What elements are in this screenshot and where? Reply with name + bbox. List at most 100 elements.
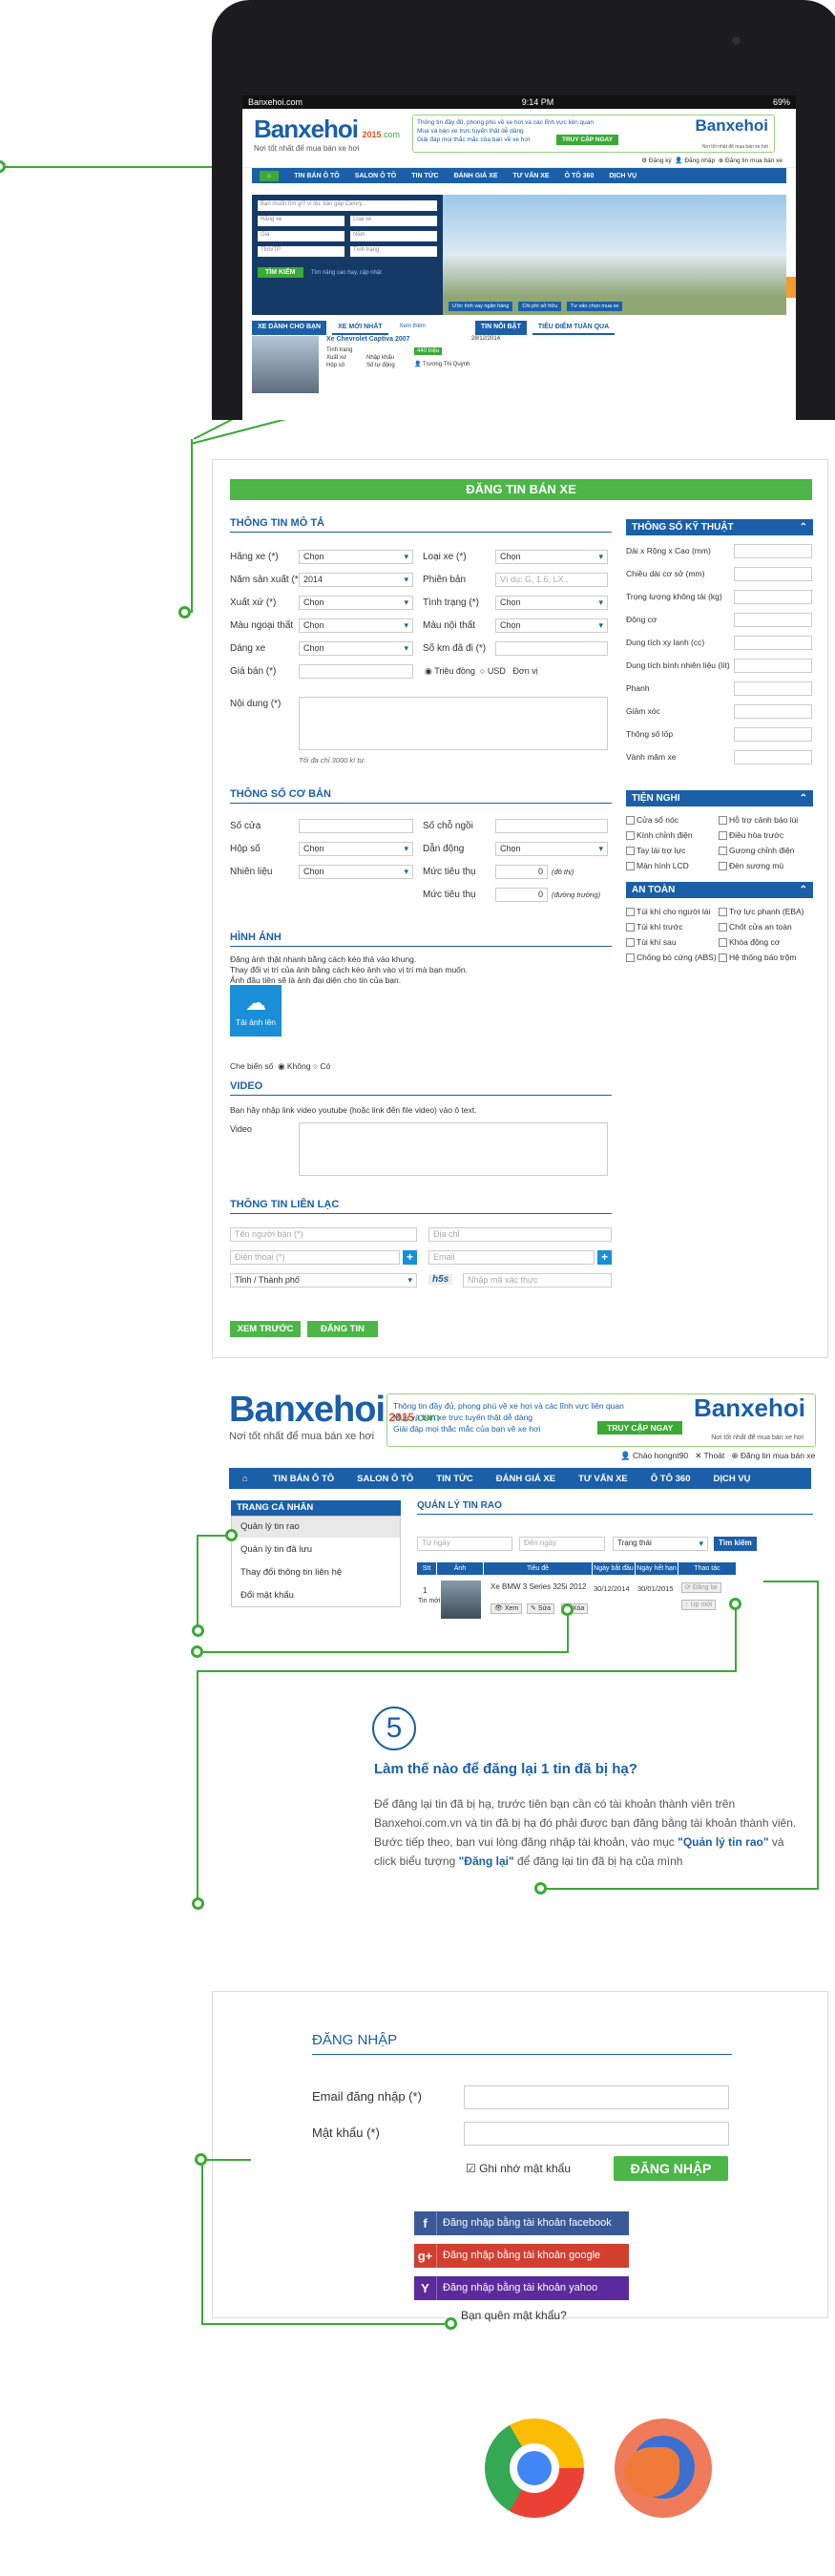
nav-item[interactable]: Ô TÔ 360 (639, 1474, 702, 1484)
ad-cta-button[interactable]: TRUY CẬP NGAY (556, 135, 618, 145)
brand-select[interactable]: Chọn (299, 550, 413, 564)
remember-checkbox[interactable]: ☑ Ghi nhớ mật khẩu (466, 2162, 571, 2175)
nav-item[interactable]: ĐÁNH GIÁ XE (454, 173, 498, 179)
exterior-color-select[interactable]: Chọn (299, 618, 413, 633)
amenity-checkbox[interactable]: Tay lái trợ lực (626, 846, 685, 855)
spec-input[interactable] (734, 727, 812, 742)
nav-item[interactable]: DỊCH VỤ (609, 173, 637, 179)
nav-item[interactable]: DỊCH VỤ (701, 1474, 762, 1484)
see-more-link[interactable]: Xem thêm (394, 321, 431, 335)
email-input[interactable] (464, 2085, 729, 2109)
currency-radio-group[interactable]: ◉ Triệu đồng ○ USD Đơn vị (425, 666, 538, 677)
yahoo-login-button[interactable]: Y Đăng nhập bằng tài khoản yahoo (414, 2276, 629, 2300)
origin-select[interactable]: Chọn (299, 596, 413, 610)
facebook-login-button[interactable]: f Đăng nhập bằng tài khoản facebook (414, 2211, 629, 2235)
nav-item[interactable]: TIN TỨC (411, 173, 438, 179)
site-logo[interactable]: Banxehoi 2015.com Nơi tốt nhất để mua bá… (254, 115, 400, 153)
search-button[interactable]: Tìm kiếm (714, 1537, 757, 1551)
sidebar-item-manage-listings[interactable]: Quản lý tin rao (232, 1517, 400, 1538)
mileage-input[interactable] (495, 641, 608, 656)
edit-button[interactable]: ✎ Sửa (527, 1603, 555, 1614)
amenities-header[interactable]: TIỆN NGHI (626, 790, 813, 806)
condition-select[interactable]: Tình trạng (350, 246, 437, 257)
nav-item[interactable]: SALON Ô TÔ (355, 173, 397, 179)
header-ad-banner[interactable]: Thông tin đầy đủ, phong phú về xe hơi và… (412, 115, 775, 153)
status-select[interactable]: Trạng thái (613, 1537, 708, 1551)
year-select[interactable]: Năm (350, 231, 437, 241)
price-input[interactable] (299, 664, 413, 679)
seller-name-input[interactable]: Tên người bán (*) (230, 1227, 417, 1242)
banner-chip[interactable]: Tư vấn chọn mua xe (567, 302, 623, 311)
nav-item[interactable]: TIN TỨC (425, 1474, 485, 1484)
add-phone-button[interactable]: + (403, 1250, 417, 1265)
google-login-button[interactable]: g+ Đăng nhập bằng tài khoản google (414, 2244, 629, 2268)
nav-item[interactable]: TIN BÁN Ô TÔ (261, 1474, 345, 1484)
safety-checkbox[interactable]: Túi khí cho người lái (626, 907, 710, 916)
amenity-checkbox[interactable]: Kính chỉnh điện (626, 830, 693, 840)
city-select[interactable]: Tỉnh / Thành phố (230, 1273, 417, 1288)
spec-panel-header[interactable]: THÔNG SỐ KỸ THUẬT (626, 519, 813, 535)
home-icon[interactable]: ⌂ (229, 1473, 261, 1484)
safety-checkbox[interactable]: Chốt cửa an toàn (719, 922, 792, 932)
price-select[interactable]: Giá (258, 231, 344, 241)
doors-input[interactable] (299, 819, 413, 833)
drive-select[interactable]: Chọn (495, 842, 608, 856)
gearbox-select[interactable]: Chọn (299, 842, 413, 856)
captcha-input[interactable]: Nhập mã xác thực (463, 1273, 612, 1288)
share-button[interactable] (786, 277, 796, 298)
tab-featured[interactable]: TIN NỔI BẬT (474, 321, 527, 335)
row-title[interactable]: Xe BMW 3 Series 325i 2012 (491, 1582, 587, 1591)
safety-checkbox[interactable]: Chống bó cứng (ABS) (626, 953, 717, 962)
banner-chip[interactable]: Ước tính vay ngân hàng (449, 302, 513, 311)
search-button[interactable]: TÌM KIẾM (258, 267, 303, 278)
safety-checkbox[interactable]: Khóa động cơ (719, 937, 780, 947)
safety-checkbox[interactable]: Túi khí sau (626, 937, 677, 947)
tab-weekly[interactable]: TIÊU ĐIỂM TUẦN QUA (532, 321, 616, 335)
post-ad-link[interactable]: ⊕ Đăng tin mua bán xe (719, 157, 783, 164)
spec-input[interactable] (734, 567, 812, 581)
login-button[interactable]: ĐĂNG NHẬP (614, 2156, 728, 2181)
sidebar-item-password[interactable]: Đổi mật khẩu (232, 1585, 400, 1606)
spec-input[interactable] (734, 544, 812, 558)
nav-item[interactable]: TƯ VẤN XE (567, 1474, 639, 1484)
login-link[interactable]: 👤 Đăng nhập (675, 157, 715, 164)
car-thumbnail[interactable] (252, 336, 319, 393)
nav-item[interactable]: TIN BÁN Ô TÔ (294, 173, 339, 179)
search-input[interactable]: Bạn muốn tìm gì? ví dụ: bán gấp Camry... (258, 200, 437, 211)
spec-input[interactable] (734, 636, 812, 650)
amenity-checkbox[interactable]: Đèn sương mù (719, 861, 783, 870)
forgot-password-link[interactable]: Bạn quên mật khẩu? (461, 2309, 567, 2322)
spec-input[interactable] (734, 590, 812, 604)
to-date-input[interactable]: Đến ngày (519, 1537, 605, 1551)
city-select[interactable]: Tỉnh/TP (258, 246, 344, 257)
password-input[interactable] (464, 2122, 729, 2146)
email-input[interactable]: Email (428, 1250, 595, 1265)
view-button[interactable]: 👁 Xem (491, 1603, 523, 1614)
fuel-select[interactable]: Chọn (299, 865, 413, 879)
register-link[interactable]: ⚙ Đăng ký (641, 157, 672, 164)
spec-input[interactable] (734, 659, 812, 673)
preview-button[interactable]: XEM TRƯỚC (230, 1321, 301, 1337)
model-select[interactable]: Chọn (495, 550, 608, 564)
post-ad-link[interactable]: ⊕ Đăng tin mua bán xe (731, 1451, 815, 1460)
year-select[interactable]: 2014 (299, 573, 413, 587)
interior-color-select[interactable]: Chọn (495, 618, 608, 633)
sidebar-item-contact-info[interactable]: Thay đổi thông tin liên hệ (232, 1562, 400, 1583)
nav-item[interactable]: ĐÁNH GIÁ XE (485, 1474, 567, 1484)
nav-item[interactable]: Ô TÔ 360 (565, 173, 595, 179)
condition-select[interactable]: Chọn (495, 596, 608, 610)
address-input[interactable]: Địa chỉ (428, 1227, 612, 1242)
plate-option[interactable]: Che biển số ◉ Không ○ Có (230, 1061, 330, 1072)
car-listing[interactable]: Xe Chevrolet Captiva 2007 28/12/2014 Tìn… (252, 336, 786, 420)
tab-for-you[interactable]: XE DÀNH CHO BẠN (252, 321, 327, 335)
car-title[interactable]: Xe Chevrolet Captiva 2007 (326, 336, 410, 343)
content-textarea[interactable] (299, 697, 608, 750)
safety-checkbox[interactable]: Hệ thống báo trộm (719, 953, 796, 962)
logout-link[interactable]: ✕ Thoát (695, 1451, 724, 1460)
user-greeting[interactable]: 👤 Chào hongnt90 (620, 1451, 688, 1460)
ad-cta-button[interactable]: TRUY CẬP NGAY (597, 1421, 683, 1435)
upload-button[interactable]: ☁ Tải ảnh lên (230, 985, 282, 1037)
safety-checkbox[interactable]: Túi khí trước (626, 922, 683, 932)
tab-newest[interactable]: XE MỚI NHẤT (332, 321, 388, 335)
nav-item[interactable]: SALON Ô TÔ (345, 1474, 425, 1484)
